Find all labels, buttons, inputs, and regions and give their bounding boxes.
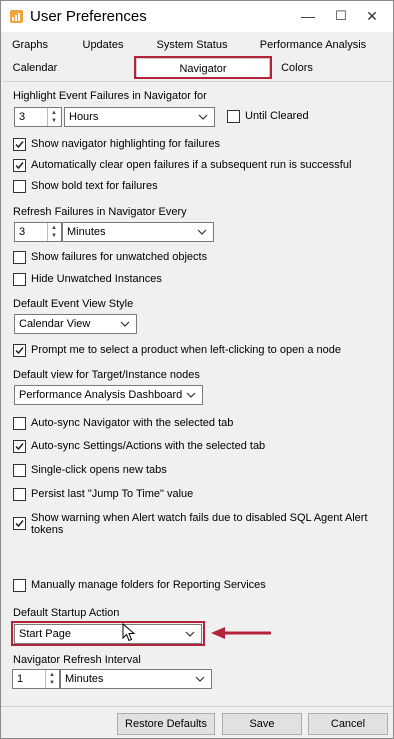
- refresh-unit-dropdown[interactable]: Minutes: [62, 222, 214, 242]
- chevron-down-icon: [186, 392, 196, 398]
- checkmark-icon: [15, 141, 24, 149]
- alert-warning-checkbox[interactable]: [13, 517, 26, 530]
- save-button[interactable]: Save: [222, 713, 302, 735]
- hide-unwatched-label: Hide Unwatched Instances: [31, 273, 162, 285]
- chevron-down-icon: [120, 321, 130, 327]
- prompt-product-checkbox[interactable]: [13, 344, 26, 357]
- tab-calendar[interactable]: Calendar: [7, 58, 63, 79]
- navigator-refresh-unit-dropdown[interactable]: Minutes: [60, 669, 212, 689]
- title-bar: User Preferences — ☐ ✕: [1, 1, 393, 32]
- target-view-dropdown[interactable]: Performance Analysis Dashboard: [14, 385, 203, 405]
- bold-text-checkbox[interactable]: [13, 180, 26, 193]
- persist-jump-to-time-checkbox[interactable]: [13, 488, 26, 501]
- show-unwatched-failures-checkbox[interactable]: [13, 251, 26, 264]
- refresh-interval-spinner[interactable]: 3 ▲ ▼: [14, 222, 62, 242]
- target-view-value: Performance Analysis Dashboard: [19, 389, 183, 401]
- auto-sync-navigator-label: Auto-sync Navigator with the selected ta…: [31, 417, 234, 429]
- single-click-tabs-label: Single-click opens new tabs: [31, 464, 167, 476]
- dialog-button-bar: Restore Defaults Save Cancel: [1, 706, 393, 738]
- navigator-refresh-unit-value: Minutes: [65, 673, 104, 685]
- checkmark-icon: [15, 162, 24, 170]
- spinner-arrows[interactable]: ▲ ▼: [47, 223, 61, 241]
- spinner-arrows[interactable]: ▲ ▼: [47, 108, 61, 126]
- auto-sync-navigator-checkbox[interactable]: [13, 417, 26, 430]
- single-click-tabs-checkbox[interactable]: [13, 464, 26, 477]
- until-cleared-checkbox[interactable]: [227, 110, 240, 123]
- prompt-product-label: Prompt me to select a product when left-…: [31, 344, 342, 356]
- checkmark-icon: [15, 443, 24, 451]
- maximize-button[interactable]: ☐: [328, 4, 354, 28]
- highlight-duration-value: 3: [19, 111, 26, 123]
- auto-sync-settings-checkbox[interactable]: [13, 440, 26, 453]
- bold-text-label: Show bold text for failures: [31, 180, 158, 192]
- auto-sync-settings-label: Auto-sync Settings/Actions with the sele…: [31, 440, 266, 452]
- tab-updates[interactable]: Updates: [75, 35, 131, 56]
- highlight-duration-spinner[interactable]: 3 ▲ ▼: [14, 107, 62, 127]
- checkmark-icon: [15, 520, 24, 528]
- event-view-label: Default Event View Style: [13, 298, 134, 310]
- restore-defaults-button[interactable]: Restore Defaults: [117, 713, 215, 735]
- alert-warning-label-line2: tokens: [31, 524, 64, 536]
- minimize-button[interactable]: —: [295, 4, 321, 28]
- event-view-value: Calendar View: [19, 318, 91, 330]
- alert-warning-label-line1: Show warning when Alert watch fails due …: [31, 512, 368, 524]
- chevron-down-icon: [198, 114, 208, 120]
- checkmark-icon: [15, 347, 24, 355]
- navigator-tab-highlight: [134, 56, 272, 79]
- show-highlighting-checkbox[interactable]: [13, 138, 26, 151]
- target-view-label: Default view for Target/Instance nodes: [13, 369, 200, 381]
- window-title: User Preferences: [30, 8, 147, 25]
- tab-performance-analysis[interactable]: Performance Analysis: [255, 35, 371, 56]
- chevron-down-icon: [195, 676, 205, 682]
- show-unwatched-failures-label: Show failures for unwatched objects: [31, 251, 208, 263]
- show-highlighting-label: Show navigator highlighting for failures: [31, 138, 220, 150]
- chevron-down-icon: [197, 229, 207, 235]
- navigator-refresh-spinner[interactable]: 1 ▲ ▼: [12, 669, 60, 689]
- app-chart-icon: [10, 10, 23, 23]
- cancel-button[interactable]: Cancel: [308, 713, 388, 735]
- refresh-unit-value: Minutes: [67, 226, 106, 238]
- annotation-arrow-icon: [211, 627, 271, 639]
- tab-graphs[interactable]: Graphs: [7, 35, 53, 56]
- highlight-unit-value: Hours: [69, 111, 99, 123]
- refresh-interval-value: 3: [19, 226, 26, 238]
- persist-jump-to-time-label: Persist last "Jump To Time" value: [31, 488, 194, 500]
- mouse-cursor-icon: [122, 623, 136, 642]
- auto-clear-failures-checkbox[interactable]: [13, 159, 26, 172]
- until-cleared-label: Until Cleared: [245, 110, 309, 122]
- startup-action-label: Default Startup Action: [13, 607, 120, 619]
- tab-row-1: Graphs Updates System Status Performance…: [1, 35, 393, 58]
- close-button[interactable]: ✕: [359, 4, 385, 28]
- startup-action-highlight: [11, 621, 205, 646]
- tab-colors[interactable]: Colors: [274, 58, 320, 79]
- highlight-unit-dropdown[interactable]: Hours: [64, 107, 215, 127]
- highlight-failures-label: Highlight Event Failures in Navigator fo…: [13, 90, 207, 102]
- user-preferences-window: User Preferences — ☐ ✕ Graphs Updates Sy…: [0, 0, 394, 739]
- refresh-failures-label: Refresh Failures in Navigator Every: [13, 206, 187, 218]
- hide-unwatched-checkbox[interactable]: [13, 273, 26, 286]
- event-view-dropdown[interactable]: Calendar View: [14, 314, 137, 334]
- spinner-arrows[interactable]: ▲ ▼: [45, 670, 59, 688]
- reporting-folders-label: Manually manage folders for Reporting Se…: [31, 579, 266, 591]
- auto-clear-failures-label: Automatically clear open failures if a s…: [31, 159, 352, 171]
- reporting-folders-checkbox[interactable]: [13, 579, 26, 592]
- navigator-refresh-value: 1: [17, 673, 24, 685]
- tab-system-status[interactable]: System Status: [149, 35, 235, 56]
- navigator-refresh-label: Navigator Refresh Interval: [13, 654, 141, 666]
